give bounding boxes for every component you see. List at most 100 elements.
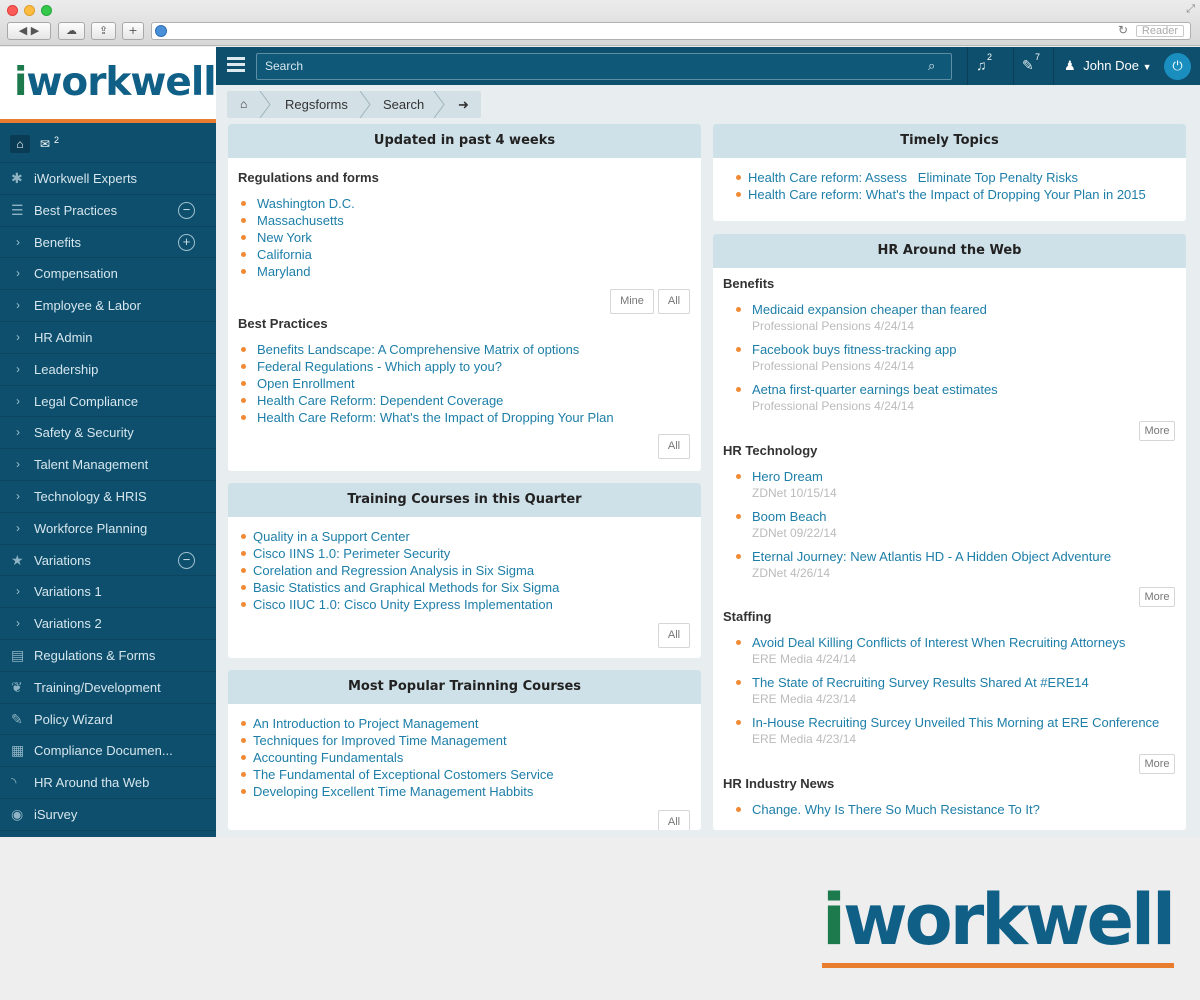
share-button[interactable]: ⇪ [91,22,116,40]
link-item[interactable]: Developing Excellent Time Management Hab… [228,783,698,800]
collapse-icon[interactable]: − [178,551,195,569]
sidebar-item[interactable]: › Safety & Security [0,417,216,450]
breadcrumb-home-icon[interactable]: ⌂ [240,91,247,118]
news-item[interactable]: Hero Dream ZDNet 10/15/14 [713,468,1186,502]
news-item[interactable]: Medicaid expansion cheaper than feared Pr… [713,301,1186,335]
sidebar-item[interactable]: ◉ iSurvey [0,799,216,831]
news-item[interactable]: Facebook buys fitness-tracking app Profes… [713,341,1186,375]
all-button[interactable]: All [658,289,690,314]
menu-icon[interactable] [227,57,245,73]
more-button[interactable]: More [1139,420,1175,441]
collapse-icon[interactable]: − [178,201,195,219]
home-icon[interactable]: ⌂ [10,135,30,153]
sidebar-item[interactable]: › Benefits + [0,227,216,259]
news-title[interactable]: In-House Recruiting Surcey Unveiled This… [752,715,1159,730]
link-item[interactable]: Health Care Reform: Dependent Coverage [228,392,698,409]
all-button[interactable]: All [658,623,690,648]
all-button[interactable]: All [658,434,690,459]
sidebar-item[interactable]: ◝ HR Around tha Web [0,767,216,799]
link-item[interactable]: Quality in a Support Center [228,528,698,545]
news-title[interactable]: Change. Why Is There So Much Resistance … [752,802,1040,817]
sidebar-item[interactable]: ▤ Regulations & Forms [0,640,216,672]
search-icon[interactable]: ⌕ [928,58,935,74]
link-item[interactable]: Accounting Fundamentals [228,749,698,766]
breadcrumb-search[interactable]: Search [383,91,424,118]
zoom-window-button[interactable] [41,5,52,16]
sidebar-item[interactable]: › Variations 2 [0,608,216,640]
address-bar[interactable]: ↻ Reader [151,22,1191,40]
reload-icon[interactable]: ↻ [1118,23,1128,37]
more-button[interactable]: More [1139,753,1175,774]
sidebar-item[interactable]: ☰ Best Practices − [0,195,216,227]
sidebar-item[interactable]: › Technology & HRIS [0,481,216,513]
sidebar-item[interactable]: › Variations 1 [0,576,216,609]
all-button[interactable]: All [658,810,690,830]
news-title[interactable]: Medicaid expansion cheaper than feared [752,302,987,317]
news-title[interactable]: Avoid Deal Killing Conflicts of Interest… [752,635,1125,650]
news-title[interactable]: Aetna first-quarter earnings beat estima… [752,382,998,397]
breadcrumb-regsforms[interactable]: Regsforms [285,91,348,118]
sidebar-item[interactable]: ✱ iWorkwell Experts [0,163,216,195]
expand-icon[interactable]: + [178,233,195,251]
link-item[interactable]: The Fundamental of Exceptional Costomers… [228,766,698,783]
news-title[interactable]: Hero Dream [752,469,823,484]
link-item[interactable]: Open Enrollment [228,375,698,392]
mail-icon[interactable]: ✉ 2 [40,135,62,153]
sidebar-item[interactable]: › Legal Compliance [0,386,216,418]
back-icon[interactable]: ◀ [19,24,27,37]
new-tab-button[interactable]: + [122,22,144,40]
news-item[interactable]: Avoid Deal Killing Conflicts of Interest… [713,634,1186,668]
messages-button[interactable]: ✎ 7 [1022,52,1040,75]
search-input[interactable]: Search [256,53,952,80]
sidebar-logo[interactable]: iworkwell [0,47,217,123]
news-title[interactable]: Facebook buys fitness-tracking app [752,342,957,357]
link-item[interactable]: Massachusetts [228,212,688,229]
sidebar-item[interactable]: › HR Admin [0,322,216,354]
link-item[interactable]: New York [228,229,688,246]
link-item[interactable]: Health Care reform: Assess Eliminate Top… [713,169,1186,186]
sidebar-item[interactable]: › Talent Management [0,449,216,481]
link-item[interactable]: Basic Statistics and Graphical Methods f… [228,579,698,596]
minimize-window-button[interactable] [24,5,35,16]
news-title[interactable]: Boom Beach [752,509,826,524]
back-forward-buttons[interactable]: ◀ ▶ [7,22,51,40]
sidebar-item[interactable]: ▦ Compliance Documen... [0,735,216,768]
sidebar-item[interactable]: › Compensation [0,258,216,291]
link-item[interactable]: Techniques for Improved Time Management [228,732,698,749]
link-item[interactable]: Maryland [228,263,688,280]
sidebar-item[interactable]: ❦ Training/Development [0,672,216,704]
news-item[interactable]: Boom Beach ZDNet 09/22/14 [713,508,1186,542]
link-item[interactable]: An Introduction to Project Management [228,715,698,732]
link-item[interactable]: Benefits Landscape: A Comprehensive Matr… [228,341,698,358]
more-button[interactable]: More [1139,587,1175,607]
reader-button[interactable]: Reader [1135,25,1184,37]
sidebar-item[interactable]: › Employee & Labor [0,290,216,322]
news-item[interactable]: Change. Why Is There So Much Resistance … [713,801,1186,818]
link-item[interactable]: Cisco IIUC 1.0: Cisco Unity Express Impl… [228,596,698,613]
link-item[interactable]: Health Care reform: What's the Impact of… [713,186,1186,203]
news-title[interactable]: The State of Recruiting Survey Results S… [752,675,1089,690]
user-menu[interactable]: ♟ John Doe ▼ [1064,58,1151,74]
link-item[interactable]: California [228,246,688,263]
sidebar-item[interactable]: › Workforce Planning [0,513,216,545]
fullscreen-icon[interactable]: ⤢ [1186,3,1195,16]
power-icon[interactable]: ⏻ [1164,53,1191,80]
link-item[interactable]: Washington D.C. [228,195,688,212]
news-title[interactable]: Eternal Journey: New Atlantis HD - A Hid… [752,549,1111,564]
news-item[interactable]: The State of Recruiting Survey Results S… [713,674,1186,708]
sidebar-item[interactable]: ★ Variations − [0,545,216,577]
link-item[interactable]: Health Care Reform: What's the Impact of… [228,409,698,426]
link-item[interactable]: Cisco IINS 1.0: Perimeter Security [228,545,698,562]
news-item[interactable]: Eternal Journey: New Atlantis HD - A Hid… [713,548,1186,582]
forward-icon[interactable]: ▶ [31,24,39,37]
icloud-button[interactable]: ☁ [58,22,85,40]
close-window-button[interactable] [7,5,18,16]
sidebar-item[interactable]: ✎ Policy Wizard [0,704,216,736]
news-item[interactable]: In-House Recruiting Surcey Unveiled This… [713,714,1186,748]
mine-button[interactable]: Mine [610,289,654,314]
link-item[interactable]: Corelation and Regression Analysis in Si… [228,562,698,579]
news-item[interactable]: Aetna first-quarter earnings beat estima… [713,381,1186,415]
link-item[interactable]: Federal Regulations - Which apply to you… [228,358,698,375]
notifications-button[interactable]: ♫ 2 [976,52,992,75]
sidebar-item[interactable]: › Leadership [0,354,216,386]
